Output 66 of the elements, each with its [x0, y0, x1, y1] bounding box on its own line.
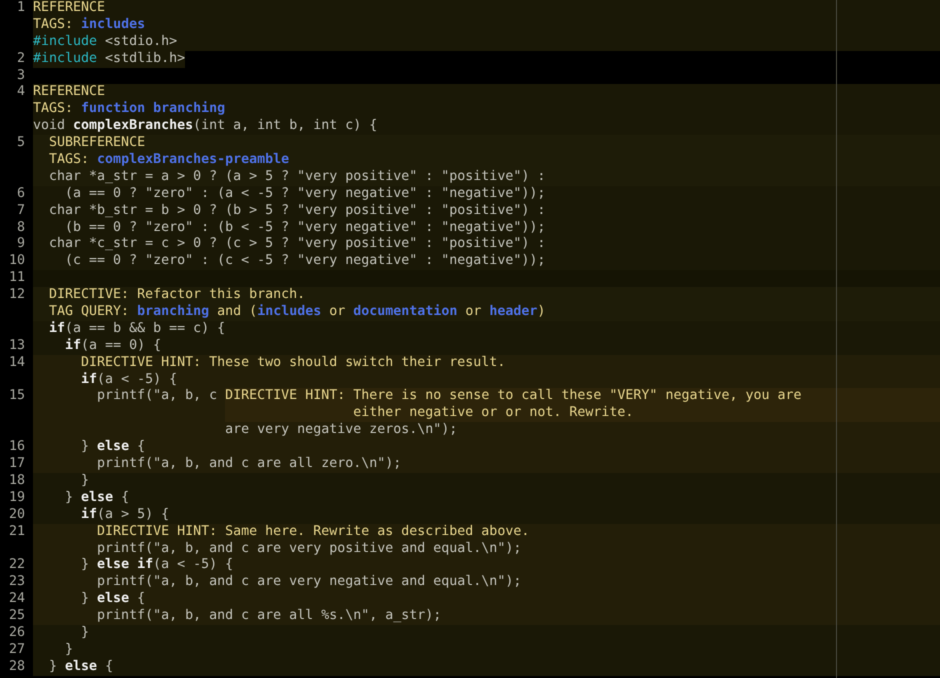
code-line: TAGS: function branching: [33, 101, 226, 118]
code-line: REFERENCE: [33, 0, 106, 17]
code-line: SUBREFERENCE: [48, 135, 146, 152]
code-line: } else {: [80, 439, 146, 456]
code-line: TAGS: complexBranches-preamble: [48, 152, 290, 169]
line-number: 11: [8, 270, 26, 288]
code-line: if(a == 0) {: [64, 338, 162, 355]
line-number: 9: [16, 236, 26, 254]
line-number: 15: [8, 388, 26, 406]
line-number: 27: [8, 642, 26, 659]
code-line: char *c_str = c > 0 ? (c > 5 ? "very positive" : "positive") :: [48, 236, 546, 254]
code-line: char *b_str = b > 0 ? (b > 5 ? "very positive" : "positive") :: [48, 202, 546, 220]
code-line: } else {: [64, 490, 130, 507]
code-line: }: [80, 624, 90, 642]
line-number: 3: [16, 68, 26, 84]
line-number: 1: [16, 0, 26, 17]
line-number: 26: [8, 624, 26, 642]
code-line: (b == 0 ? "zero" : (b < -5 ? "very negative" : "negative"));: [64, 220, 546, 236]
line-number: 4: [16, 84, 26, 102]
code-line: DIRECTIVE: Refactor this branch.: [48, 287, 306, 304]
line-number: 13: [8, 338, 26, 355]
code-line: printf("a, b, and c are very positive and equal.\n");: [96, 540, 522, 557]
code-line: DIRECTIVE HINT: These two should switch their result.: [80, 354, 506, 372]
code-line: } else if(a < -5) {: [80, 557, 234, 574]
code-line: }: [80, 472, 90, 490]
line-number: 7: [16, 202, 26, 220]
line-number: 8: [16, 220, 26, 236]
hint-annotation: DIRECTIVE HINT: There is no sense to call these "VERY" negative, you are: [225, 388, 940, 406]
line-number: 2: [16, 50, 26, 68]
code-line: #include <stdio.h>: [33, 34, 178, 51]
line-number: 20: [8, 506, 26, 524]
line-number: 25: [8, 608, 26, 625]
line-number: 5: [16, 135, 26, 152]
line-number: 10: [8, 253, 26, 270]
code-line: DIRECTIVE HINT: Same here. Rewrite as described above.: [96, 524, 530, 540]
code-line: (c == 0 ? "zero" : (c < -5 ? "very negative" : "negative"));: [64, 253, 546, 270]
code-line: printf("a, b, and c are very negative and equal.\n");: [96, 574, 522, 592]
line-number: 14: [8, 354, 26, 372]
line-number: 18: [8, 472, 26, 490]
code-line: printf("a, b, and c are all zero.\n");: [96, 456, 402, 473]
code-line: if(a == b && b == c) {: [48, 320, 226, 338]
line-number: 22: [8, 557, 26, 574]
code-line: } else {: [80, 591, 146, 608]
line-number: 6: [16, 186, 26, 203]
code-line: char *a_str = a > 0 ? (a > 5 ? "very positive" : "positive") :: [48, 168, 546, 186]
code-line: TAG QUERY: branching and (includes or documentation or header): [48, 304, 546, 321]
code-line: are very negative zeros.\n");: [224, 422, 458, 440]
line-number: 17: [8, 456, 26, 473]
line-number: 16: [8, 439, 26, 456]
code-line: REFERENCE: [33, 84, 106, 101]
line-number: 28: [8, 658, 26, 676]
code-line: if(a < -5) {: [80, 372, 178, 388]
line-number: 21: [8, 524, 26, 540]
code-line: if(a > 5) {: [80, 506, 170, 524]
code-line: void complexBranches(int a, int b, int c) {: [33, 118, 378, 136]
code-line: either negative or or not. Rewrite.: [352, 405, 634, 422]
line-number: 19: [8, 490, 26, 507]
code-line: TAGS: includes: [33, 16, 146, 34]
code-line: printf("a, b, and c are all %s.\n", a_str);: [96, 608, 442, 625]
line-number: 24: [8, 591, 26, 608]
code-line: (a == 0 ? "zero" : (a < -5 ? "very negative" : "negative"));: [64, 186, 546, 203]
code-line: printf("a, b, c: [96, 388, 218, 406]
code-line: }: [64, 642, 74, 659]
line-number: 23: [8, 574, 26, 592]
line-number: 12: [8, 287, 26, 304]
code-line: } else {: [48, 658, 114, 676]
